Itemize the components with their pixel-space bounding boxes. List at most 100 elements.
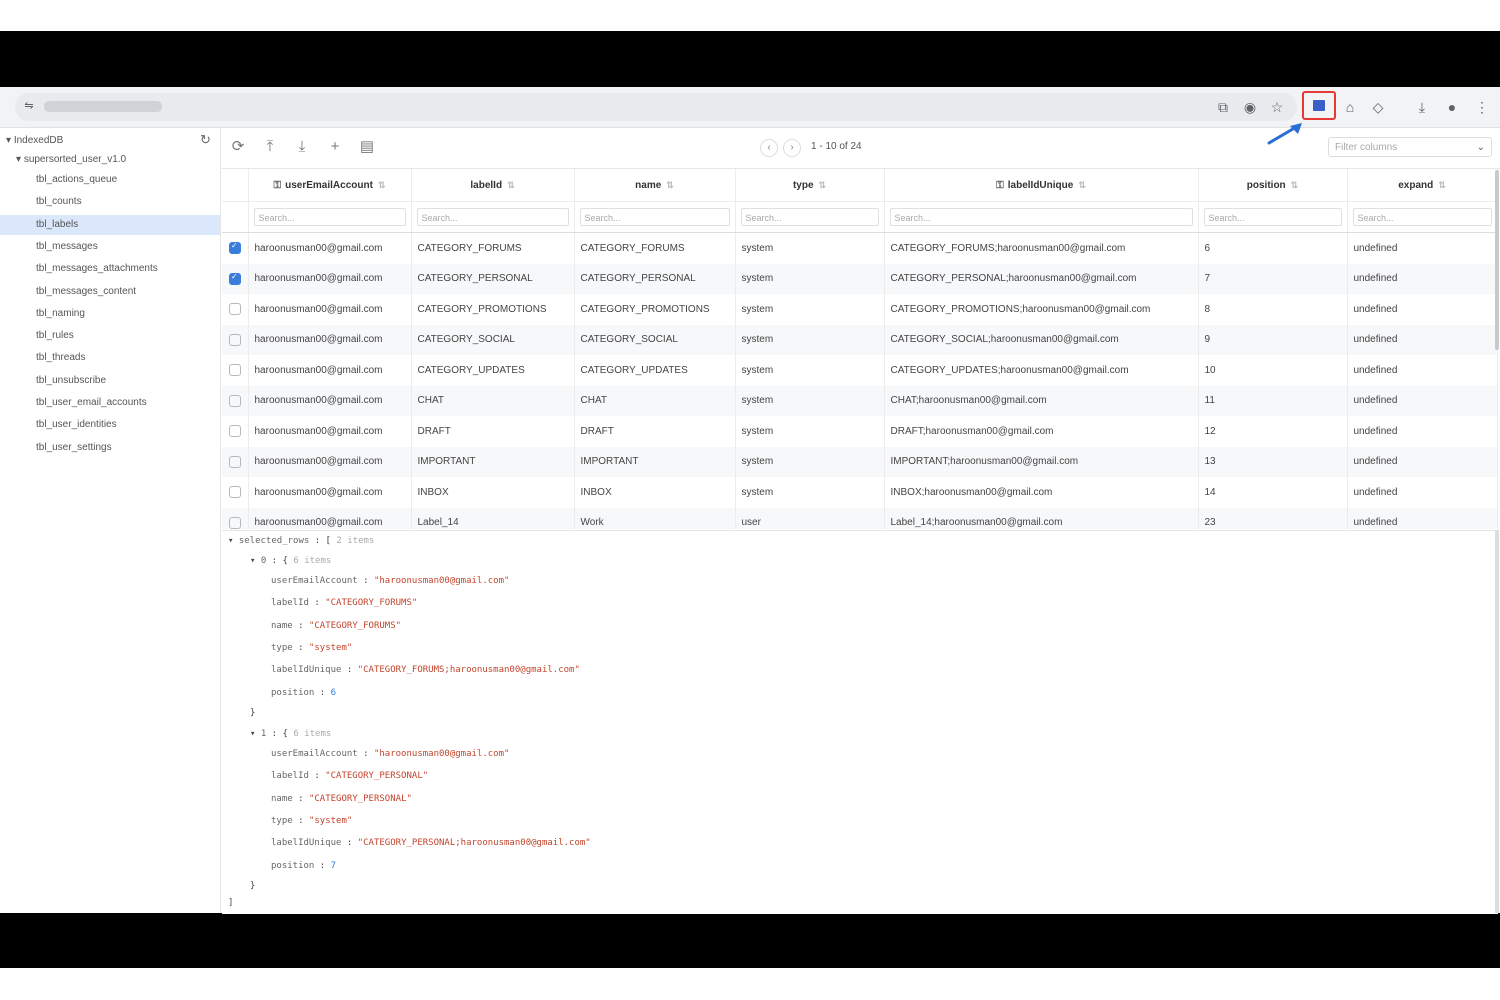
column-header-labelIdUnique[interactable]: ⚿ labelIdUnique ⇅ [884, 169, 1199, 202]
column-header-userEmailAccount[interactable]: ⚿ userEmailAccount ⇅ [248, 169, 412, 202]
json-value: "CATEGORY_FORUMS;haroonusman00@gmail.com… [357, 665, 580, 676]
sidebar-table-item[interactable]: tbl_messages [0, 237, 220, 257]
table-row[interactable]: haroonusman00@gmail.com CHAT CHAT system CHA… [222, 385, 1498, 416]
delete-icon[interactable]: ▤ [357, 137, 377, 157]
row-checkbox[interactable] [229, 241, 241, 255]
sidebar-table-item[interactable]: tbl_user_email_accounts [0, 393, 220, 413]
profile-icon[interactable]: ● [1442, 98, 1462, 116]
table-row[interactable]: haroonusman00@gmail.com CATEGORY_PROMOTIO… [222, 294, 1498, 325]
json-field-line: labelId : "CATEGORY_PERSONAL" [271, 769, 428, 783]
puzzle-icon[interactable]: ◇ [1368, 98, 1388, 116]
json-value: "CATEGORY_PERSONAL;haroonusman00@gmail.c… [357, 838, 591, 849]
address-bar[interactable] [15, 93, 1297, 121]
sort-icon[interactable]: ⇅ [819, 180, 827, 190]
row-select-cell [222, 385, 249, 416]
table-row[interactable]: haroonusman00@gmail.comCATEGORY_PERSONAL… [222, 263, 1498, 294]
json-scrollbar[interactable] [1495, 530, 1499, 913]
sort-icon[interactable]: ⇅ [378, 180, 386, 190]
prev-page-button[interactable]: ‹ [760, 139, 778, 157]
tune-icon[interactable]: ⇋ [22, 99, 36, 113]
json-field-line: position : 6 [271, 686, 336, 700]
row-checkbox[interactable] [229, 303, 241, 316]
refresh-icon[interactable]: ↻ [200, 132, 211, 148]
column-search-input[interactable]: Search... [253, 208, 406, 226]
sidebar-table-item[interactable]: tbl_unsubscribe [0, 371, 220, 391]
extension-square-icon[interactable] [1313, 100, 1325, 111]
sidebar-table-item[interactable]: tbl_rules [0, 326, 220, 346]
row-checkbox[interactable] [229, 272, 241, 285]
json-token: : [357, 576, 374, 586]
table-row[interactable]: haroonusman00@gmail.comCATEGORY_FORUMSCA… [222, 232, 1498, 264]
sidebar-table-item[interactable]: tbl_counts [0, 192, 220, 212]
database-label: IndexedDB [13, 135, 64, 146]
json-field-line: userEmailAccount : "haroonusman00@gmail.… [271, 747, 509, 761]
sort-icon[interactable]: ⇅ [666, 180, 674, 190]
sort-icon[interactable]: ⇅ [1438, 180, 1446, 190]
table-cell: CATEGORY_PERSONAL;haroonusman00@gmail.co… [884, 263, 1199, 294]
filter-columns-select[interactable]: Filter columns ⌄ [1328, 137, 1492, 157]
refresh-table-icon[interactable]: ⟳ [228, 137, 248, 157]
sidebar-table-item[interactable]: tbl_messages_attachments [0, 259, 220, 279]
table-row[interactable]: haroonusman00@gmail.com CATEGORY_UPDATES C… [222, 355, 1498, 386]
json-key: position [271, 860, 315, 871]
json-field-line: type : "system" [271, 814, 352, 828]
json-key: userEmailAccount [271, 576, 358, 586]
column-search-input[interactable]: Search... [1203, 208, 1342, 226]
column-header-labelId[interactable]: labelId ⇅ [411, 169, 575, 202]
column-search-input[interactable]: Search... [416, 208, 569, 226]
sidebar-table-item[interactable]: tbl_messages_content [0, 282, 220, 302]
table-cell: undefined [1347, 263, 1498, 294]
row-checkbox[interactable] [229, 486, 241, 499]
next-page-button[interactable]: › [783, 139, 801, 157]
star-icon[interactable]: ☆ [1267, 98, 1287, 116]
sidebar-table-item[interactable]: tbl_user_settings [0, 438, 220, 458]
table-cell: undefined [1347, 477, 1498, 508]
upload-icon[interactable]: ⤒ [260, 137, 280, 157]
download-table-icon[interactable]: ⤓ [292, 137, 312, 157]
tree-database[interactable]: ▾ IndexedDB [0, 131, 226, 151]
column-search-input[interactable]: Search... [579, 208, 730, 226]
sidebar-table-item[interactable]: tbl_labels [0, 214, 220, 235]
table-cell: system [735, 477, 885, 508]
tree-store[interactable]: ▾ supersorted_user_v1.0 [0, 150, 236, 170]
more-vert-icon[interactable]: ⋮ [1472, 98, 1492, 116]
row-checkbox[interactable] [229, 394, 241, 407]
table-row[interactable]: haroonusman00@gmail.com Label_14 Work user L… [222, 507, 1498, 529]
column-header-expand[interactable]: expand ⇅ [1347, 169, 1498, 202]
sort-icon[interactable]: ⇅ [507, 180, 515, 190]
column-header-position[interactable]: position ⇅ [1198, 169, 1348, 202]
column-header-name[interactable]: name ⇅ [574, 169, 736, 202]
row-checkbox[interactable] [229, 425, 241, 438]
column-header-type[interactable]: type ⇅ [735, 169, 885, 202]
json-value: 6 [330, 687, 337, 698]
eye-off-icon[interactable]: ◉ [1240, 98, 1260, 116]
screen-cast-icon[interactable]: ⧉ [1213, 98, 1233, 116]
table-row[interactable]: haroonusman00@gmail.com INBOX INBOX system I… [222, 477, 1498, 508]
sort-icon[interactable]: ⇅ [1078, 180, 1086, 190]
sidebar-table-item[interactable]: tbl_threads [0, 348, 220, 368]
row-checkbox[interactable] [229, 333, 241, 346]
column-search-input[interactable]: Search... [1352, 208, 1492, 226]
add-icon[interactable]: + [325, 137, 345, 157]
json-value: "haroonusman00@gmail.com" [373, 749, 510, 759]
column-search-input[interactable]: Search... [889, 208, 1193, 226]
extension-badge-icon[interactable]: ⌂ [1340, 98, 1360, 116]
table-scrollbar[interactable] [1495, 170, 1499, 350]
sidebar-table-item[interactable]: tbl_user_identities [0, 415, 220, 435]
json-key: labelId [271, 771, 309, 782]
sidebar-table-item[interactable]: tbl_naming [0, 304, 220, 324]
table-cell: system [735, 232, 885, 264]
table-cell: 6 [1198, 232, 1348, 264]
download-icon[interactable]: ⤓ [1412, 98, 1432, 116]
table-cell: haroonusman00@gmail.com [248, 416, 412, 447]
row-checkbox[interactable] [229, 364, 241, 377]
table-cell: CHAT;haroonusman00@gmail.com [884, 385, 1199, 416]
table-row[interactable]: haroonusman00@gmail.com CATEGORY_SOCIAL CA… [222, 324, 1498, 355]
table-row[interactable]: haroonusman00@gmail.com IMPORTANT IMPORTAN… [222, 446, 1498, 477]
row-checkbox[interactable] [229, 516, 241, 529]
sidebar-table-item[interactable]: tbl_actions_queue [0, 170, 220, 190]
sort-icon[interactable]: ⇅ [1291, 180, 1299, 190]
column-search-input[interactable]: Search... [740, 208, 879, 226]
row-checkbox[interactable] [229, 455, 241, 468]
table-row[interactable]: haroonusman00@gmail.com DRAFT DRAFT system D… [222, 416, 1498, 447]
